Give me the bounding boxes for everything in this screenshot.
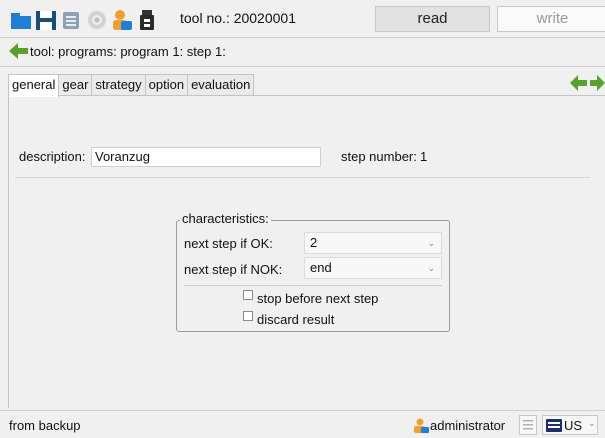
next-nok-select[interactable]: end ⌄ <box>304 257 442 279</box>
discard-result-checkbox[interactable] <box>243 311 253 321</box>
status-text: from backup <box>9 418 81 433</box>
previous-arrow-icon[interactable] <box>570 75 588 91</box>
user-icon <box>413 418 429 433</box>
tab-strip: general gear strategy option evaluation <box>8 74 255 97</box>
read-button[interactable]: read <box>375 6 490 32</box>
chevron-down-icon: ⌄ <box>588 418 596 428</box>
breadcrumb: tool: programs: program 1: step 1: <box>30 44 226 59</box>
form-divider <box>15 177 590 178</box>
chevron-down-icon: ⌄ <box>427 238 435 248</box>
tab-evaluation[interactable]: evaluation <box>187 74 255 96</box>
write-button[interactable]: write <box>497 6 605 32</box>
user-icon[interactable] <box>111 9 132 31</box>
next-ok-label: next step if OK: <box>184 236 273 251</box>
print-icon[interactable] <box>60 9 81 31</box>
next-ok-value: 2 <box>310 235 318 250</box>
tab-strategy[interactable]: strategy <box>91 74 146 96</box>
stop-before-label: stop before next step <box>257 291 379 306</box>
step-number-value: 1 <box>420 149 428 164</box>
tab-option[interactable]: option <box>144 74 189 96</box>
discard-result-label: discard result <box>257 312 335 327</box>
language-value: US <box>564 418 583 433</box>
app-window: tool no.: 20020001 read write tool: prog… <box>0 0 605 438</box>
group-divider <box>184 285 442 286</box>
save-icon[interactable] <box>35 9 56 31</box>
next-nok-value: end <box>310 260 332 275</box>
stop-before-checkbox[interactable] <box>243 290 253 300</box>
characteristics-title: characteristics: <box>180 211 271 226</box>
description-label: description: <box>19 149 86 164</box>
language-select[interactable]: US ⌄ <box>542 415 598 435</box>
tab-general[interactable]: general <box>8 74 60 97</box>
folder-icon[interactable] <box>10 9 31 31</box>
settings-icon[interactable] <box>86 9 107 31</box>
next-ok-select[interactable]: 2 ⌄ <box>304 232 442 254</box>
status-bar <box>0 410 605 438</box>
breadcrumb-divider <box>0 66 605 67</box>
tool-number-label: tool no.: 20020001 <box>180 10 296 26</box>
back-arrow-icon[interactable] <box>9 43 29 59</box>
us-flag-icon <box>546 419 562 432</box>
notes-icon[interactable] <box>519 415 537 435</box>
chevron-down-icon: ⌄ <box>427 263 435 273</box>
step-number-label: step number: <box>341 149 417 164</box>
description-input[interactable]: Voranzug <box>91 147 321 167</box>
next-arrow-icon[interactable] <box>590 75 605 91</box>
current-user: administrator <box>430 418 506 433</box>
next-nok-label: next step if NOK: <box>184 262 283 277</box>
tab-gear[interactable]: gear <box>58 74 93 96</box>
toolbar-divider <box>0 37 605 38</box>
usb-icon[interactable] <box>136 9 157 31</box>
